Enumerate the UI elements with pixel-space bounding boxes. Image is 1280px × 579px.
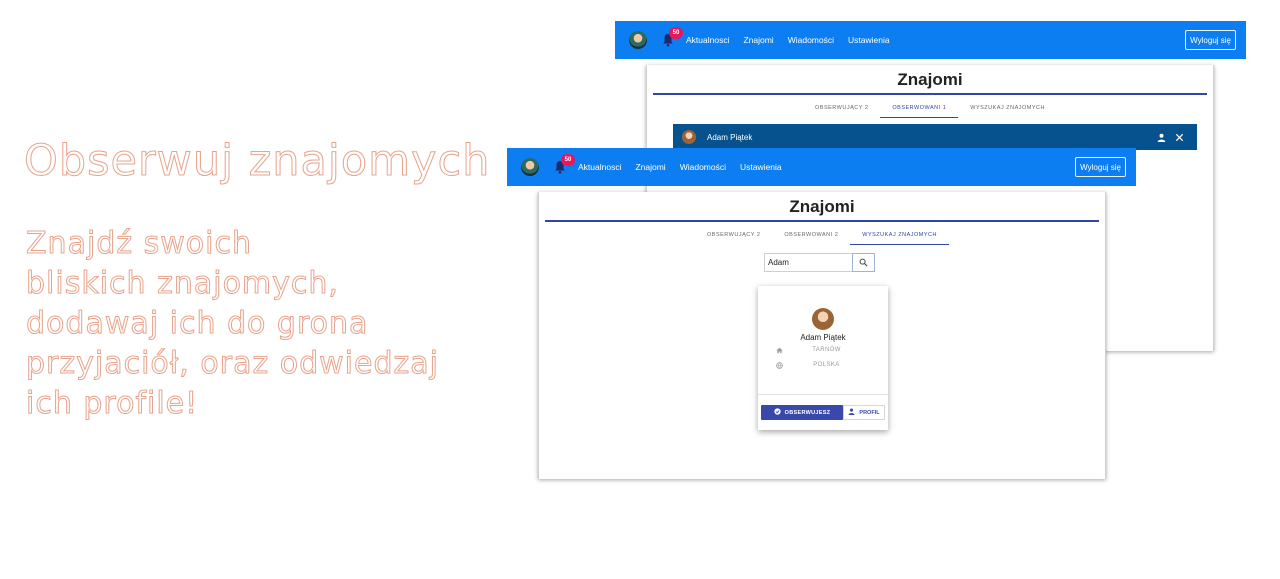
tab-following[interactable]: OBSERWOWANI 1 — [880, 101, 959, 118]
search-input[interactable] — [764, 253, 852, 272]
country-value: POLSKA — [813, 362, 840, 368]
nav-friends[interactable]: Znajomi — [635, 162, 665, 172]
top-navbar: 50 Aktualnosci Znajomi Wiadomości Ustawi… — [507, 148, 1136, 186]
promo-line: bliskich znajomych, — [26, 266, 339, 302]
logout-button[interactable]: Wyloguj się — [1075, 157, 1126, 177]
globe-icon — [776, 361, 783, 369]
avatar[interactable] — [812, 308, 834, 330]
nav-friends[interactable]: Znajomi — [743, 35, 773, 45]
friends-card: Znajomi OBSERWUJĄCY 2 OBSERWOWANI 2 WYSZ… — [538, 192, 1106, 479]
friend-name: Adam Piątek — [707, 132, 753, 142]
nav-messages[interactable]: Wiadomości — [680, 162, 726, 172]
tab-followers[interactable]: OBSERWUJĄCY 2 — [803, 101, 880, 118]
title-divider — [545, 220, 1099, 222]
nav-news[interactable]: Aktualnosci — [578, 162, 621, 172]
card-divider — [758, 394, 888, 395]
notification-badge: 50 — [669, 27, 683, 39]
promo-title: Obserwuj znajomych — [23, 136, 491, 187]
city-value: TARNÓW — [812, 347, 841, 353]
home-icon — [776, 347, 783, 354]
main-nav: Aktualnosci Znajomi Wiadomości Ustawieni… — [578, 148, 782, 186]
promo-line: Znajdź swoich — [26, 226, 252, 262]
promo-line: przyjaciół, oraz odwiedzaj — [26, 346, 439, 382]
notification-badge: 50 — [561, 154, 575, 166]
tab-followers[interactable]: OBSERWUJĄCY 2 — [695, 228, 772, 245]
promo-description: Znajdź swoich bliskich znajomych, dodawa… — [26, 224, 446, 424]
tab-following[interactable]: OBSERWOWANI 2 — [772, 228, 850, 245]
friend-search — [764, 253, 875, 272]
following-label: OBSERWUJESZ — [784, 409, 831, 416]
top-navbar: 50 Aktualnosci Znajomi Wiadomości Ustawi… — [615, 21, 1246, 59]
page-title: Znajomi — [789, 197, 855, 216]
close-icon[interactable] — [1175, 133, 1184, 142]
search-result-card: Adam Piątek TARNÓW POLSKA OBSERWUJESZ PR… — [758, 286, 888, 430]
check-circle-icon — [774, 408, 781, 417]
friends-tabs: OBSERWUJĄCY 2 OBSERWOWANI 1 WYSZUKAJ ZNA… — [647, 101, 1213, 118]
screenshot-search: Znajomi OBSERWUJĄCY 2 OBSERWOWANI 2 WYSZ… — [507, 148, 1136, 479]
promo-line: ich profile! — [26, 386, 199, 422]
nav-messages[interactable]: Wiadomości — [788, 35, 834, 45]
tab-search-friends[interactable]: WYSZUKAJ ZNAJOMYCH — [850, 228, 949, 245]
avatar — [682, 130, 696, 144]
friend-name: Adam Piątek — [800, 333, 846, 342]
user-avatar[interactable] — [521, 158, 539, 176]
page-title: Znajomi — [897, 70, 963, 89]
friends-tabs: OBSERWUJĄCY 2 OBSERWOWANI 2 WYSZUKAJ ZNA… — [539, 228, 1105, 245]
nav-settings[interactable]: Ustawienia — [848, 35, 890, 45]
search-icon — [859, 254, 868, 272]
nav-news[interactable]: Aktualnosci — [686, 35, 729, 45]
nav-settings[interactable]: Ustawienia — [740, 162, 782, 172]
user-avatar[interactable] — [629, 31, 647, 49]
title-divider — [653, 93, 1207, 95]
tab-search-friends[interactable]: WYSZUKAJ ZNAJOMYCH — [958, 101, 1057, 118]
person-icon[interactable] — [1157, 133, 1166, 142]
following-button[interactable]: OBSERWUJESZ — [761, 405, 843, 420]
city-row: TARNÓW — [776, 344, 870, 356]
promo-line: dodawaj ich do grona — [26, 306, 369, 342]
profile-button[interactable]: PROFIL — [843, 405, 885, 420]
country-row: POLSKA — [776, 359, 870, 371]
friend-profile-bar[interactable]: Adam Piątek — [673, 124, 1197, 150]
search-button[interactable] — [852, 253, 875, 272]
main-nav: Aktualnosci Znajomi Wiadomości Ustawieni… — [686, 21, 890, 59]
person-icon — [848, 408, 855, 417]
logout-button[interactable]: Wyloguj się — [1185, 30, 1236, 50]
profile-label: PROFIL — [859, 409, 880, 416]
